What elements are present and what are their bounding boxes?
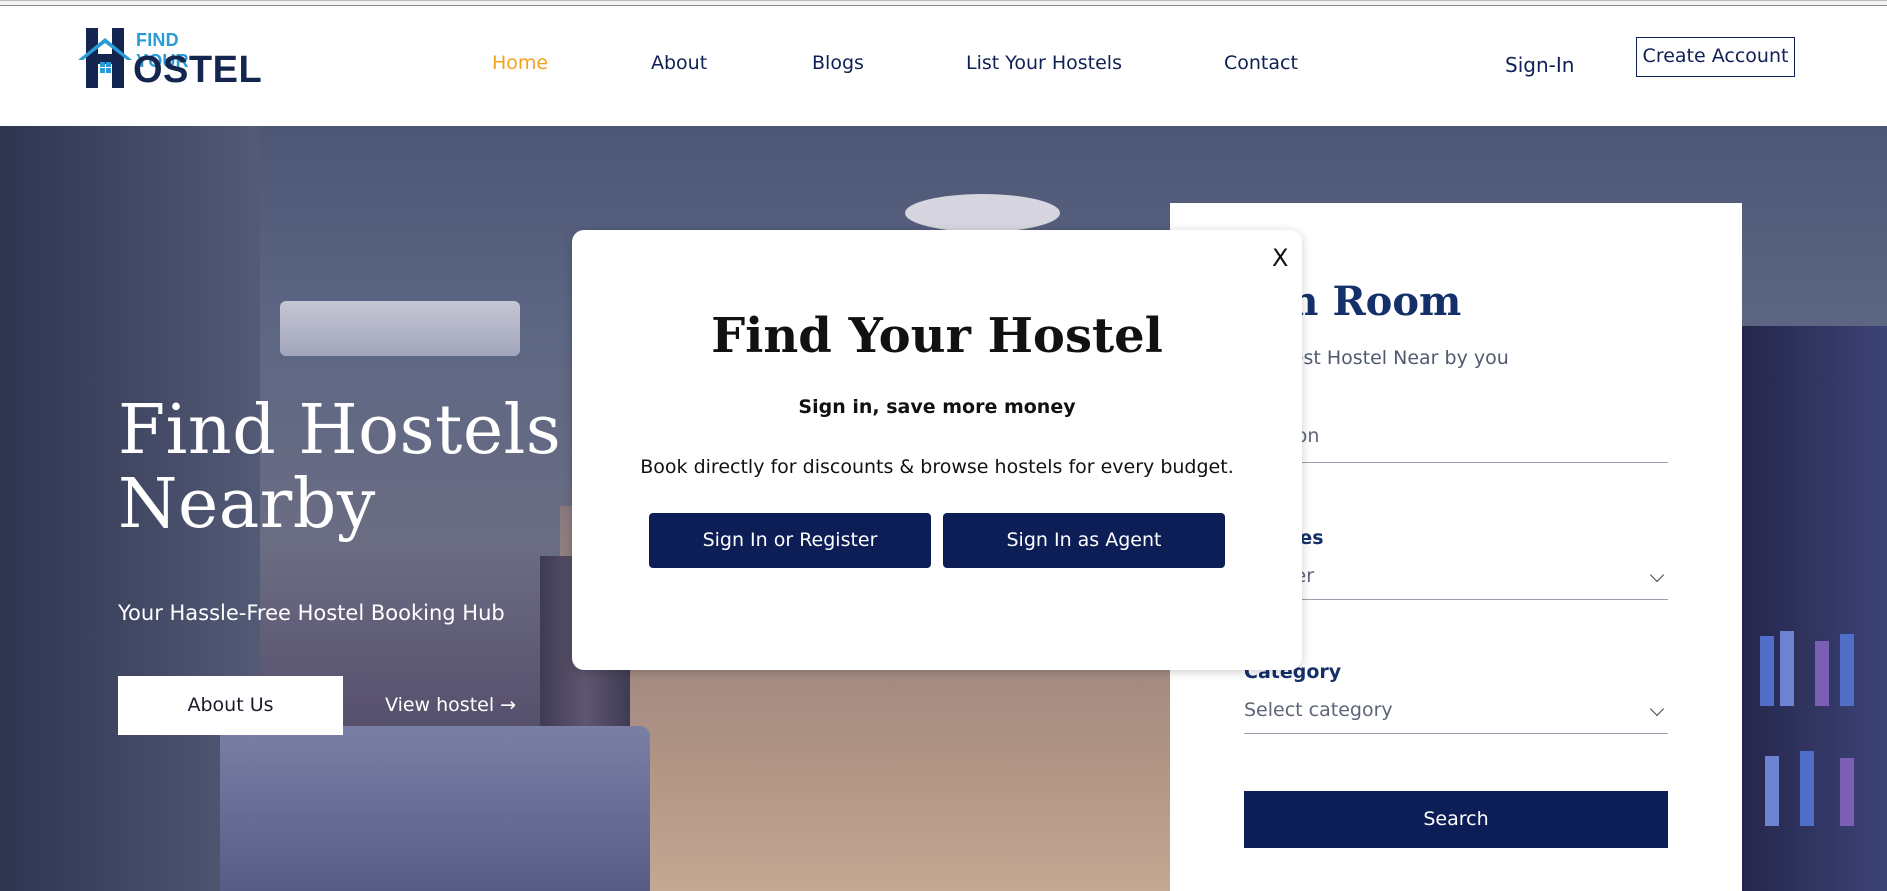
view-hostel-link[interactable]: View hostel → bbox=[385, 694, 516, 716]
nav-list-your-hostels[interactable]: List Your Hostels bbox=[966, 52, 1122, 74]
modal-subtitle: Sign in, save more money bbox=[798, 396, 1076, 418]
site-header: FIND YOUR OSTEL Home About Blogs List Yo… bbox=[0, 6, 1887, 126]
search-button[interactable]: Search bbox=[1244, 791, 1668, 848]
nav-home[interactable]: Home bbox=[492, 52, 548, 74]
logo-text-bottom: OSTEL bbox=[133, 49, 263, 91]
chevron-down-icon bbox=[1649, 701, 1665, 717]
sign-in-register-button[interactable]: Sign In or Register bbox=[649, 513, 931, 568]
book-image bbox=[1815, 641, 1829, 706]
chevron-down-icon bbox=[1649, 567, 1665, 583]
book-image bbox=[1840, 634, 1854, 706]
ceiling-lamp-image bbox=[905, 194, 1060, 232]
location-input[interactable]: location bbox=[1244, 421, 1668, 463]
house-logo-icon bbox=[78, 28, 132, 88]
sign-in-link[interactable]: Sign-In bbox=[1505, 53, 1574, 77]
hero-title: Find Hostels Nearby bbox=[118, 394, 561, 542]
sign-in-agent-button[interactable]: Sign In as Agent bbox=[943, 513, 1225, 568]
bed-image bbox=[220, 726, 650, 891]
create-account-button[interactable]: Create Account bbox=[1636, 37, 1795, 77]
gender-select[interactable]: Gender bbox=[1244, 558, 1668, 600]
nav-contact[interactable]: Contact bbox=[1224, 52, 1298, 74]
category-select[interactable]: Select category bbox=[1244, 692, 1668, 734]
hero-subtitle: Your Hassle-Free Hostel Booking Hub bbox=[118, 601, 505, 625]
sign-in-modal: X Find Your Hostel Sign in, save more mo… bbox=[572, 230, 1302, 670]
bookshelf-image bbox=[1740, 326, 1887, 891]
air-conditioner-image bbox=[280, 301, 520, 356]
hero-title-line1: Find Hostels bbox=[118, 391, 562, 470]
book-image bbox=[1800, 751, 1814, 826]
nav-about[interactable]: About bbox=[651, 52, 707, 74]
book-image bbox=[1780, 631, 1794, 706]
close-modal-button[interactable]: X bbox=[1272, 244, 1288, 272]
hero-title-line2: Nearby bbox=[118, 465, 376, 544]
modal-description: Book directly for discounts & browse hos… bbox=[640, 456, 1234, 478]
modal-title: Find Your Hostel bbox=[711, 308, 1163, 364]
about-us-button[interactable]: About Us bbox=[118, 676, 343, 735]
book-image bbox=[1760, 636, 1774, 706]
nav-blogs[interactable]: Blogs bbox=[812, 52, 864, 74]
book-image bbox=[1765, 756, 1779, 826]
book-image bbox=[1840, 758, 1854, 826]
category-select-value: Select category bbox=[1244, 699, 1393, 721]
site-logo[interactable]: FIND YOUR OSTEL bbox=[78, 26, 262, 90]
